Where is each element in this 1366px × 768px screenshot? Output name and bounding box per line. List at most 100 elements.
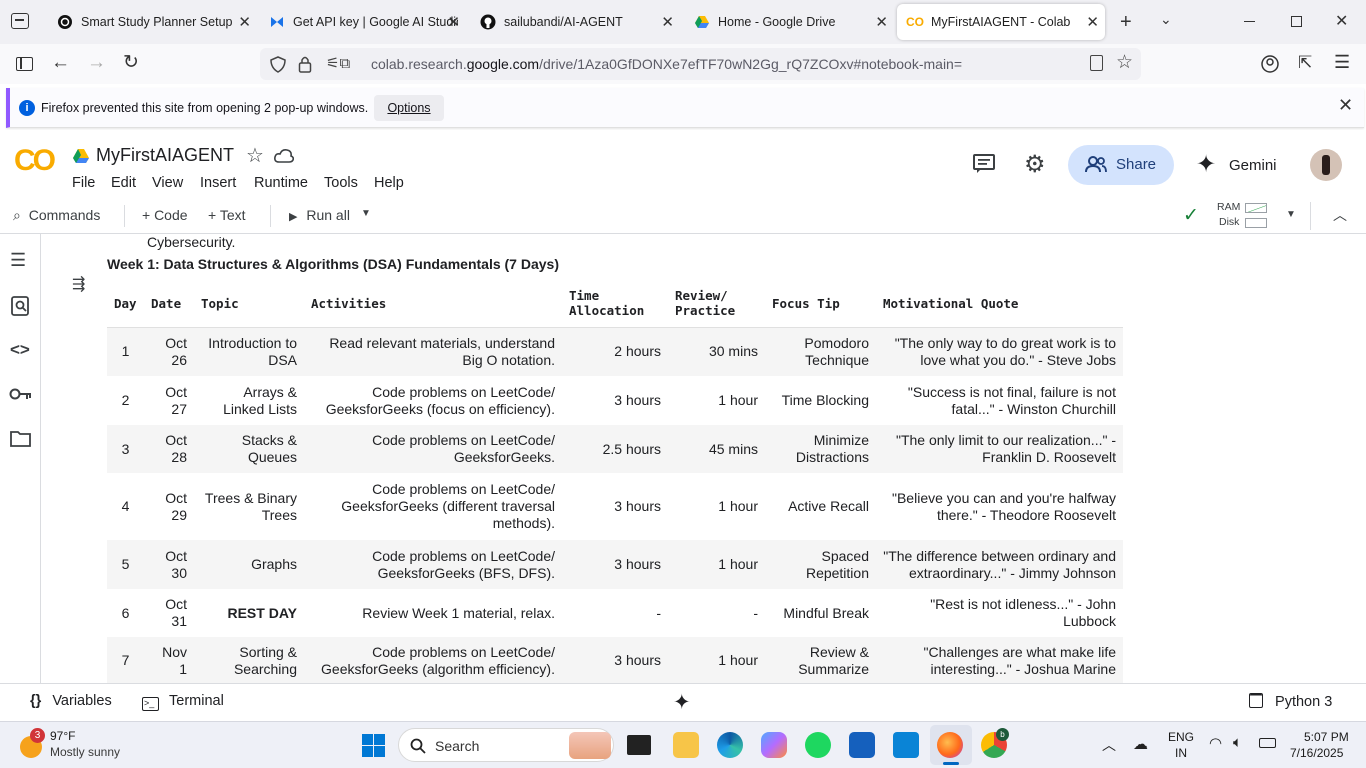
lock-icon[interactable] [298,55,312,73]
ram-usage-meter[interactable] [1245,203,1267,213]
collapse-header-icon[interactable]: ︿ [1333,205,1347,225]
share-button[interactable]: Share [1068,145,1174,185]
user-avatar[interactable] [1310,149,1342,181]
star-icon[interactable]: ☆ [246,143,264,168]
cell-focus-tip: Time Blocking [781,392,869,408]
reader-view-icon[interactable] [1090,55,1103,71]
wifi-icon[interactable]: ◠ [1209,734,1222,752]
resources-dropdown-icon[interactable]: ▼ [1286,209,1296,220]
run-all-button[interactable]: ▶ Run all [289,207,350,223]
menu-tools[interactable]: Tools [324,175,358,191]
forward-icon[interactable]: → [87,52,106,74]
cloud-saved-icon[interactable] [274,148,294,163]
copilot-icon[interactable] [761,732,787,758]
extensions-icon[interactable]: ⇱ [1298,53,1312,73]
table-row: 5 Oct 30 Graphs Code problems on LeetCode/ … [107,540,1123,589]
menu-edit[interactable]: Edit [111,175,136,191]
menu-help[interactable]: Help [374,175,404,191]
secrets-key-icon[interactable] [9,387,32,401]
cortana-app-icon[interactable] [893,732,919,758]
commands-button[interactable]: ⌕ Commands [13,207,100,224]
region-label[interactable]: IN [1175,746,1187,760]
restore-icon[interactable] [1291,16,1302,27]
close-tab-icon[interactable]: ✕ [238,13,251,31]
header-activities: Activities [304,280,562,328]
close-tab-icon[interactable]: ✕ [447,13,460,31]
menu-insert[interactable]: Insert [200,175,236,191]
address-bar[interactable]: ⚟⧉ colab.research.google.com/drive/1Aza0… [260,48,1141,80]
tab-github[interactable]: sailubandi/AI-AGENT ✕ [470,4,680,40]
windows-taskbar: 3 97°F Mostly sunny Search b ︿ ☁ ENG IN … [0,721,1366,768]
url-text[interactable]: colab.research.google.com/drive/1Aza0GfD… [371,56,962,72]
tab-google-drive[interactable]: Home - Google Drive ✕ [684,4,894,40]
cell-time-allocation: - [656,604,661,621]
output-toggle-icon[interactable]: ⇶ [72,274,85,294]
close-notification-icon[interactable]: ✕ [1338,95,1353,116]
disk-usage-meter[interactable] [1245,218,1267,228]
edge-icon[interactable] [717,732,743,758]
file-explorer-icon[interactable] [673,732,699,758]
google-drive-icon[interactable] [72,148,90,164]
language-label[interactable]: ENG [1168,730,1194,744]
people-icon [1085,156,1107,173]
app-menu-icon[interactable]: ☰ [1334,52,1350,73]
show-hidden-icons-chevron[interactable]: ︿ [1102,735,1116,755]
weather-widget[interactable]: 3 97°F Mostly sunny [18,728,128,764]
runtime-button[interactable]: Python 3 [1249,693,1332,710]
battery-icon[interactable] [1259,738,1276,748]
windows-start-icon[interactable] [362,734,385,757]
microsoft-store-icon[interactable] [849,732,875,758]
clock-time[interactable]: 5:07 PM [1304,730,1349,744]
close-window-icon[interactable]: ✕ [1335,11,1348,31]
cell-motivational-quote: "The difference between ordinary and ext… [876,540,1123,589]
back-icon[interactable]: ← [51,52,70,74]
menu-runtime[interactable]: Runtime [254,175,308,191]
colab-logo[interactable]: CO [14,144,56,178]
table-header-row: Day Date Topic Activities Time Allocatio… [107,280,1123,328]
permissions-icon[interactable]: ⚟⧉ [326,54,350,72]
reload-icon[interactable]: ↻ [123,51,139,74]
tab-list-chevron-icon[interactable]: ⌄ [1160,11,1172,28]
files-folder-icon[interactable] [10,430,31,447]
add-code-button[interactable]: + Code [142,207,188,223]
settings-gear-icon[interactable]: ⚙ [1024,150,1046,179]
menu-file[interactable]: File [72,175,95,191]
tab-ai-studio[interactable]: Get API key | Google AI Studio ✕ [259,4,466,40]
terminal-button[interactable]: >_ Terminal [142,693,224,711]
menu-view[interactable]: View [152,175,183,191]
ram-label: RAM [1217,201,1241,213]
close-tab-icon[interactable]: ✕ [661,13,674,31]
new-tab-icon[interactable]: + [1120,11,1132,34]
tab-colab[interactable]: CO MyFirstAIAGENT - Colab ✕ [897,4,1105,40]
spotify-icon[interactable] [805,732,831,758]
tab-title: Smart Study Planner Setup [81,15,233,29]
onedrive-offline-icon[interactable]: ☁ [1133,735,1148,753]
task-view-icon[interactable] [627,735,651,755]
tracking-protection-icon[interactable] [270,56,286,73]
account-icon[interactable] [1261,55,1279,73]
comments-icon[interactable] [973,154,995,174]
tab-smart-study-planner[interactable]: Smart Study Planner Setup ✕ [47,4,257,40]
notebook-title[interactable]: MyFirstAIAGENT [96,145,234,166]
run-all-label: Run all [306,207,350,223]
notification-options-button[interactable]: Options [374,95,444,121]
gemini-sparkle-icon[interactable]: ✦ [673,690,691,715]
close-tab-icon[interactable]: ✕ [875,13,888,31]
table-row: 4 Oct 29 Trees & Binary Trees Code problems… [107,473,1123,540]
close-tab-icon[interactable]: ✕ [1086,13,1099,31]
minimize-icon[interactable] [1244,21,1255,22]
clock-date[interactable]: 7/16/2025 [1290,746,1343,760]
variables-button[interactable]: {} Variables [30,693,112,709]
find-replace-icon[interactable] [11,296,30,316]
firefox-icon[interactable] [937,732,963,758]
bookmark-star-icon[interactable]: ☆ [1116,51,1133,74]
sidebar-toggle-icon[interactable] [16,57,33,71]
taskbar-search-box[interactable]: Search [398,728,614,762]
code-snippets-icon[interactable]: <> [10,340,30,360]
volume-icon[interactable]: 🔈︎ [1233,734,1242,751]
table-of-contents-icon[interactable]: ☰ [10,250,26,271]
tab-overview-icon[interactable] [11,13,29,29]
run-all-dropdown-icon[interactable]: ▼ [361,208,371,219]
add-text-button[interactable]: + Text [208,207,246,223]
variables-label: Variables [52,693,112,709]
